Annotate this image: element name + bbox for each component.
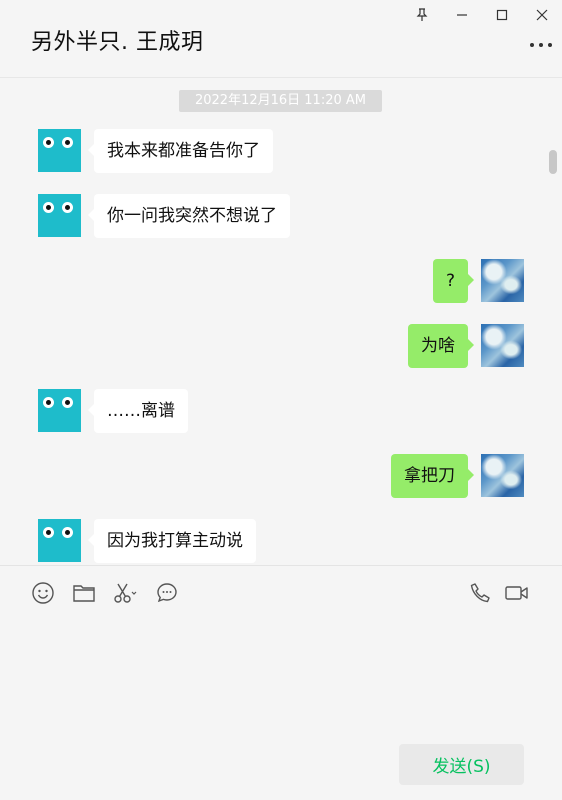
video-icon[interactable] [503,580,531,606]
incoming-message[interactable]: 我本来都准备告你了 [88,129,273,173]
message-timestamp: 2022年12月16日 11:20 AM [179,90,382,112]
contact-avatar[interactable] [38,519,81,562]
outgoing-message[interactable]: 为啥 [408,324,474,368]
minimize-icon[interactable] [442,0,482,30]
folder-icon[interactable] [71,580,97,606]
outgoing-message[interactable]: 拿把刀 [391,454,474,498]
pin-icon[interactable] [402,0,442,30]
my-avatar[interactable] [481,324,524,367]
incoming-message[interactable]: 你一问我突然不想说了 [88,194,290,238]
outgoing-message[interactable]: ? [432,259,475,303]
scissors-icon[interactable] [112,580,138,606]
maximize-icon[interactable] [482,0,522,30]
incoming-message[interactable]: ……离谱 [88,389,188,433]
phone-icon[interactable] [468,580,494,606]
my-avatar[interactable] [481,259,524,302]
close-icon[interactable] [522,0,562,30]
scrollbar-thumb[interactable] [549,150,557,174]
chat-title: 另外半只. 王成玥 [31,30,204,55]
send-button[interactable]: 发送(S) [399,744,524,785]
incoming-message[interactable]: 因为我打算主动说 [88,519,256,563]
more-dots-icon[interactable] [530,38,552,52]
message-input[interactable] [0,620,562,735]
contact-avatar[interactable] [38,194,81,237]
message-list[interactable]: 2022年12月16日 11:20 AM 我本来都准备告你了 你一问我突然不想说… [0,78,562,565]
chat-bubble-icon[interactable] [154,580,180,606]
contact-avatar[interactable] [38,389,81,432]
my-avatar[interactable] [481,454,524,497]
emoji-icon[interactable] [30,580,56,606]
window-controls [402,0,562,30]
toolbar-divider [0,565,562,566]
contact-avatar[interactable] [38,129,81,172]
